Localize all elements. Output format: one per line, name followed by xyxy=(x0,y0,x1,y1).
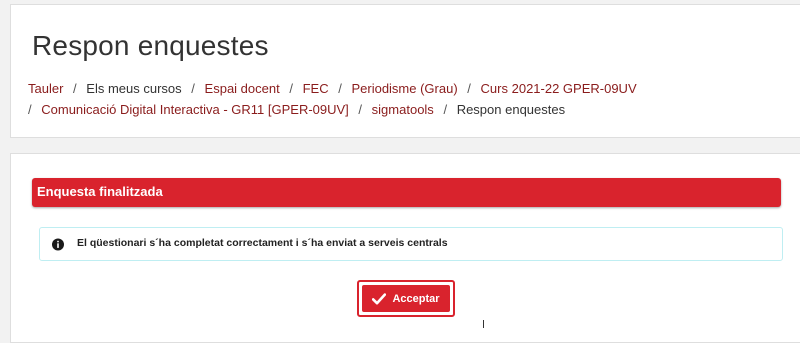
accept-button[interactable]: Acceptar xyxy=(362,285,450,312)
breadcrumb-item-curs[interactable]: Curs 2021-22 GPER-09UV xyxy=(481,81,637,96)
page-header-card: Respon enquestes Tauler / Els meus curso… xyxy=(10,4,800,138)
breadcrumb-separator: / xyxy=(73,81,77,96)
breadcrumb-item-espai-docent[interactable]: Espai docent xyxy=(205,81,280,96)
accept-button-focus-ring: Acceptar xyxy=(357,280,455,317)
breadcrumb-line-1: Tauler / Els meus cursos / Espai docent … xyxy=(28,78,728,99)
breadcrumb-line-2: / Comunicació Digital Interactiva - GR11… xyxy=(28,99,728,120)
breadcrumb-separator: / xyxy=(358,102,363,117)
breadcrumb-item-current: Respon enquestes xyxy=(456,102,566,117)
survey-finished-banner: Enquesta finalitzada xyxy=(32,178,781,207)
breadcrumb-item-fec[interactable]: FEC xyxy=(303,81,329,96)
breadcrumb-separator: / xyxy=(443,102,448,117)
main-content-card: Enquesta finalitzada El qüestionari s´ha… xyxy=(10,153,800,343)
breadcrumb-separator: / xyxy=(289,81,293,96)
breadcrumb-item-els-meus-cursos: Els meus cursos xyxy=(86,81,182,96)
breadcrumb-separator: / xyxy=(467,81,471,96)
breadcrumb-separator: / xyxy=(28,102,32,117)
breadcrumb-item-course[interactable]: Comunicació Digital Interactiva - GR11 [… xyxy=(41,102,349,117)
breadcrumb-separator: / xyxy=(338,81,342,96)
check-icon xyxy=(372,292,387,304)
info-message: El qüestionari s´ha completat correctame… xyxy=(77,237,448,249)
accept-button-label: Acceptar xyxy=(392,292,440,305)
breadcrumb-separator: / xyxy=(191,81,195,96)
breadcrumb-item-sigmatools[interactable]: sigmatools xyxy=(372,102,434,117)
info-alert: El qüestionari s´ha completat correctame… xyxy=(39,227,783,261)
breadcrumb: Tauler / Els meus cursos / Espai docent … xyxy=(28,78,728,120)
info-circle-icon xyxy=(52,238,64,251)
page-title: Respon enquestes xyxy=(32,30,269,61)
breadcrumb-item-periodisme[interactable]: Periodisme (Grau) xyxy=(351,81,457,96)
banner-title: Enquesta finalitzada xyxy=(37,184,163,199)
breadcrumb-item-tauler[interactable]: Tauler xyxy=(28,81,63,96)
